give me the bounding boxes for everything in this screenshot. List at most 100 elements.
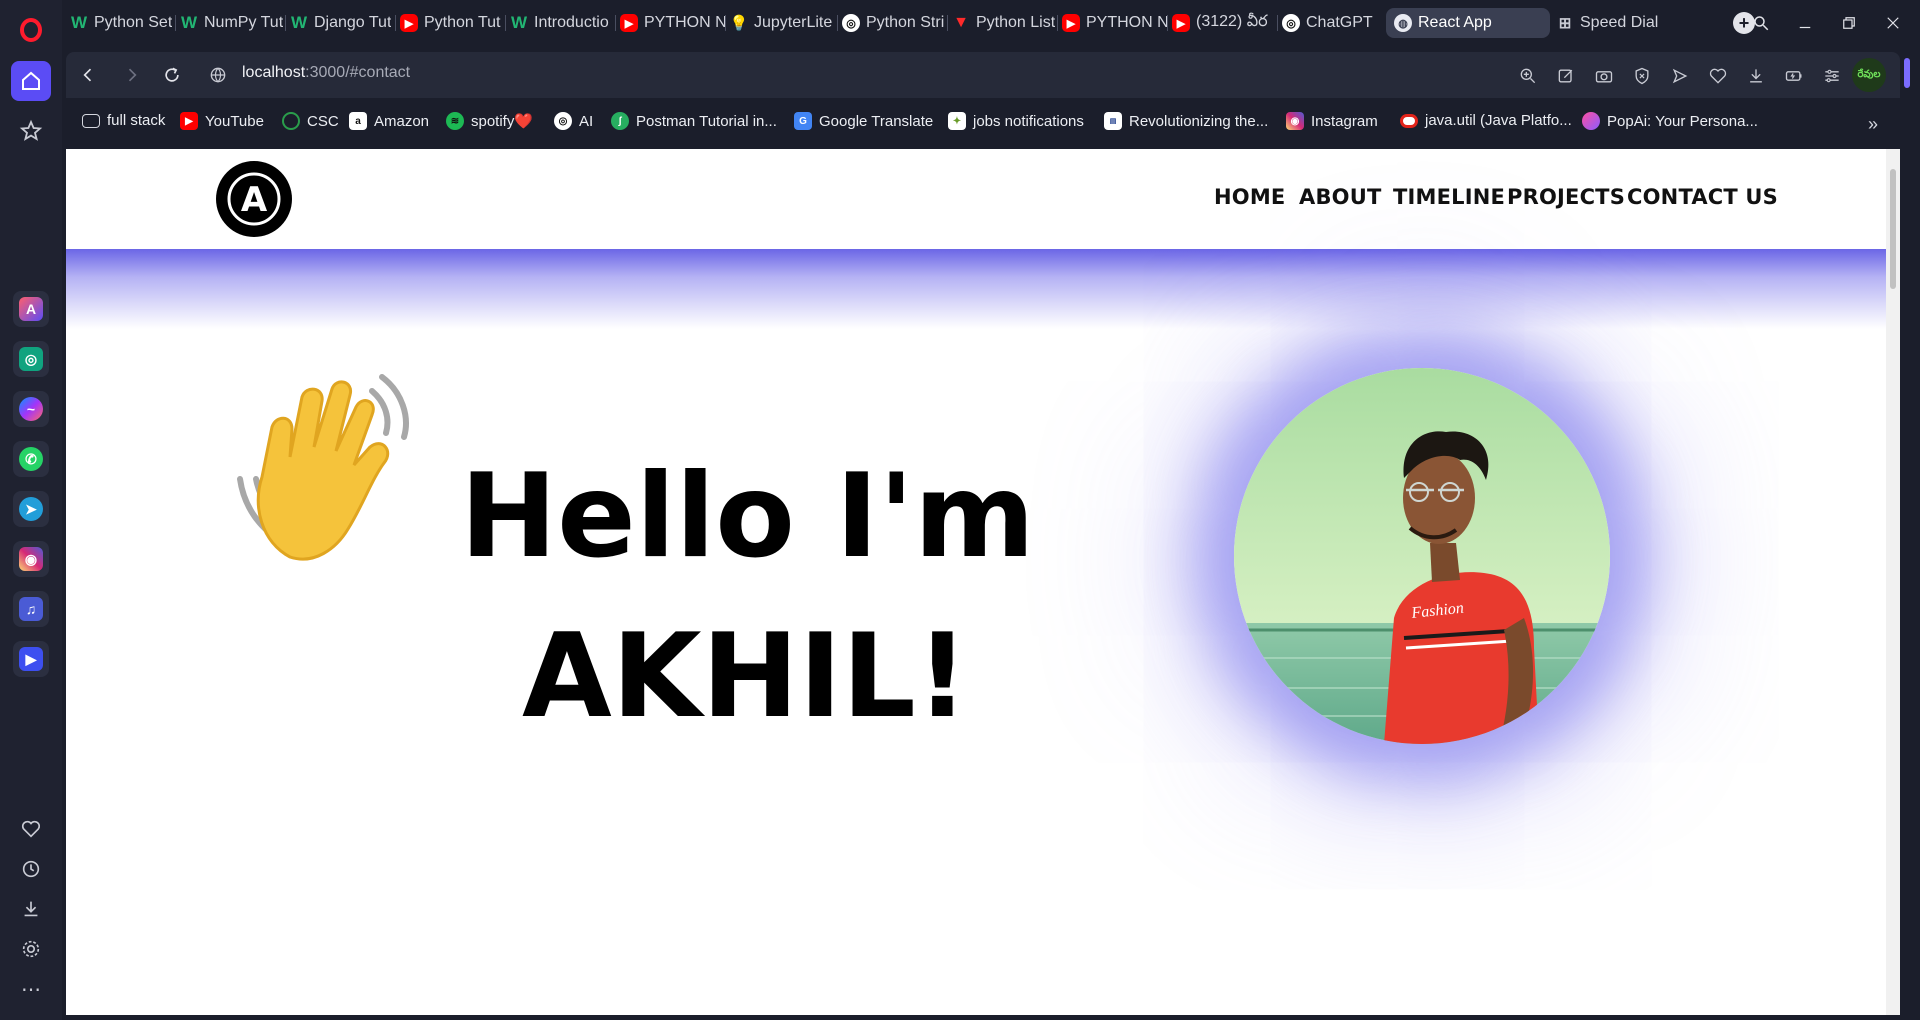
settings-gear-icon[interactable]	[19, 937, 43, 961]
star-icon[interactable]	[11, 111, 51, 151]
tab[interactable]: ▶ PYTHON N	[620, 8, 726, 38]
tab-active[interactable]: ◍ React App	[1386, 8, 1550, 38]
profile-badge-text: రేవుల	[1857, 69, 1881, 80]
tab[interactable]: ▶ (3122) వీర	[1172, 8, 1278, 38]
tab[interactable]: ◎ ChatGPT	[1282, 8, 1388, 38]
youtube-icon: ▶	[1062, 14, 1080, 32]
youtube-icon: ▶	[1172, 14, 1190, 32]
more-options-icon[interactable]: ⋯	[19, 977, 43, 1001]
adblock-shield-icon[interactable]	[1630, 64, 1654, 88]
sidebar-accent-bar	[1904, 58, 1910, 88]
tab[interactable]: 💡 JupyterLite	[730, 8, 838, 38]
bookmark-item[interactable]: a Amazon	[349, 112, 429, 130]
tab[interactable]: ⊞ Speed Dial	[1556, 8, 1666, 38]
logo-letter: A	[241, 180, 268, 220]
news-icon: ▤	[1104, 112, 1122, 130]
restore-icon[interactable]	[1836, 10, 1862, 36]
bookmark-item[interactable]: java.util (Java Platfo...	[1400, 112, 1572, 129]
more-bookmarks-icon[interactable]: »	[1868, 114, 1878, 135]
site-header: A HOME ABOUT TIMELINE PROJECTS CONTACT U…	[66, 149, 1886, 249]
tab-title: React App	[1418, 14, 1492, 31]
send-icon[interactable]	[1668, 64, 1692, 88]
w3schools-icon: W	[510, 13, 528, 32]
easy-setup-icon[interactable]	[1820, 64, 1844, 88]
bookmark-label: Postman Tutorial in...	[636, 112, 777, 130]
music-app-icon[interactable]: ♫	[13, 591, 49, 627]
minimize-icon[interactable]	[1792, 10, 1818, 36]
tab[interactable]: W Introductio	[510, 8, 616, 38]
url-field[interactable]: localhost:3000/#contact	[242, 64, 410, 82]
bookmark-item[interactable]: ▶ YouTube	[180, 112, 264, 130]
chatgpt-app-icon[interactable]: ◎	[13, 341, 49, 377]
bookmark-label: AI	[579, 112, 594, 130]
tab[interactable]: W Python Set	[70, 8, 176, 38]
battery-saver-icon[interactable]	[1782, 64, 1806, 88]
bookmark-item[interactable]: ʃ Postman Tutorial in...	[611, 112, 777, 130]
snapshot-camera-icon[interactable]	[1592, 64, 1616, 88]
bookmark-item[interactable]: ▤ Revolutionizing the...	[1104, 112, 1268, 130]
nav-about-link[interactable]: ABOUT	[1299, 185, 1382, 209]
bookmark-item[interactable]: ✦ jobs notifications	[948, 112, 1084, 130]
bookmark-label: Google Translate	[819, 112, 934, 130]
tab[interactable]: ▼ Python List	[952, 8, 1058, 38]
aria-app-icon[interactable]: A	[13, 291, 49, 327]
url-host: localhost	[242, 64, 306, 81]
home-icon[interactable]	[11, 61, 51, 101]
bookmark-label: PopAi: Your Persona...	[1607, 112, 1758, 130]
bookmark-item[interactable]: PopAi: Your Persona...	[1582, 112, 1758, 130]
csc-icon	[282, 112, 300, 130]
url-path: :3000/#contact	[305, 64, 411, 81]
search-tabs-icon[interactable]	[1748, 10, 1774, 36]
site-info-globe-icon[interactable]	[206, 63, 230, 87]
site-logo[interactable]: A	[216, 161, 292, 237]
folder-icon	[82, 113, 100, 128]
download-icon[interactable]	[1744, 64, 1768, 88]
reload-icon[interactable]	[160, 63, 184, 87]
nav-contact-link[interactable]: CONTACT US	[1627, 185, 1778, 209]
bookmark-label: Amazon	[374, 112, 430, 130]
nav-timeline-link[interactable]: TIMELINE	[1393, 185, 1505, 209]
tab[interactable]: ▶ PYTHON N	[1062, 8, 1168, 38]
bookmark-item[interactable]: G Google Translate	[794, 112, 933, 130]
chatgpt-icon: ◎	[842, 14, 860, 32]
tab-title: Python Tut	[424, 14, 501, 31]
messenger-app-icon[interactable]: ~	[13, 391, 49, 427]
instagram-icon: ◉	[1286, 112, 1304, 130]
tab[interactable]: ▶ Python Tut	[400, 8, 506, 38]
profile-avatar[interactable]: రేవుల	[1852, 58, 1886, 92]
downloads-icon[interactable]	[19, 897, 43, 921]
bookmark-heart-icon[interactable]	[1706, 64, 1730, 88]
tab-title: Python List	[976, 14, 1056, 31]
popai-icon	[1582, 112, 1600, 130]
youtube-icon: ▶	[400, 14, 418, 32]
tab-title: Speed Dial	[1580, 14, 1659, 31]
history-icon[interactable]	[19, 857, 43, 881]
heart-icon[interactable]	[19, 817, 43, 841]
bookmark-item[interactable]: CSC	[282, 112, 339, 130]
telegram-app-icon[interactable]: ➤	[13, 491, 49, 527]
bookmark-item[interactable]: ◎ AI	[554, 112, 593, 130]
page-scrollbar[interactable]	[1886, 149, 1900, 1015]
scrollbar-thumb[interactable]	[1890, 169, 1896, 289]
nav-home-link[interactable]: HOME	[1214, 185, 1285, 209]
profile-photo: Fashion	[1234, 368, 1610, 744]
tab[interactable]: W Django Tut	[290, 8, 396, 38]
bookmark-item[interactable]: ◉ Instagram	[1286, 112, 1378, 130]
bookmark-item[interactable]: full stack	[82, 112, 165, 129]
tab[interactable]: ◎ Python Stri	[842, 8, 948, 38]
instagram-app-icon[interactable]: ◉	[13, 541, 49, 577]
zoom-icon[interactable]	[1516, 64, 1540, 88]
opera-logo-icon[interactable]	[11, 10, 51, 50]
w3schools-icon: W	[70, 13, 88, 32]
forward-icon[interactable]	[120, 63, 144, 87]
nav-projects-link[interactable]: PROJECTS	[1507, 185, 1625, 209]
whatsapp-app-icon[interactable]: ✆	[13, 441, 49, 477]
edit-icon[interactable]	[1554, 64, 1578, 88]
tab-title: ChatGPT	[1306, 14, 1373, 31]
bookmark-item[interactable]: ≋ spotify❤️	[446, 112, 533, 130]
close-icon[interactable]	[1880, 10, 1906, 36]
tab-title: NumPy Tut	[204, 14, 284, 31]
tab[interactable]: W NumPy Tut	[180, 8, 286, 38]
player-app-icon[interactable]: ▶	[13, 641, 49, 677]
back-icon[interactable]	[76, 63, 100, 87]
